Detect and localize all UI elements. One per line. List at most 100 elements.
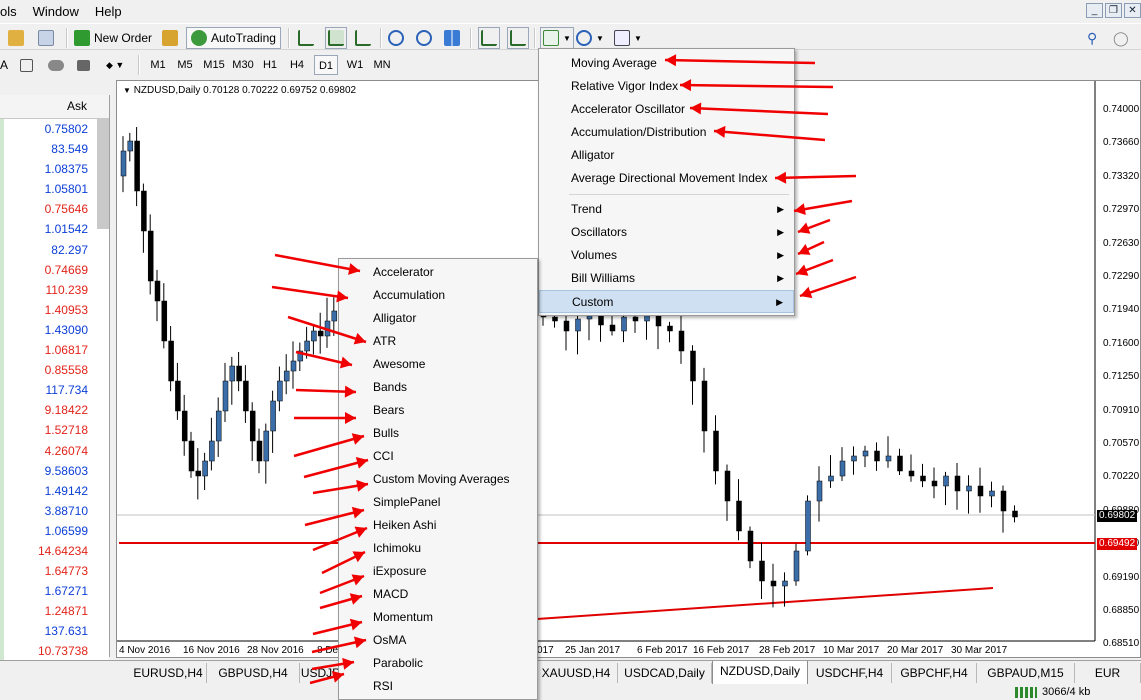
ask-price-cell[interactable]: 1.40953 bbox=[0, 299, 109, 320]
bar-chart-icon[interactable] bbox=[298, 30, 314, 46]
shapes-dropdown-icon[interactable]: ◆ ▼ bbox=[106, 60, 124, 71]
menu-help[interactable]: Help bbox=[87, 0, 130, 23]
custom-indicator-item[interactable]: iExposure bbox=[339, 560, 537, 583]
candlestick-chart-icon[interactable] bbox=[328, 30, 344, 46]
period-h1[interactable]: H1 bbox=[259, 55, 281, 75]
custom-indicator-item[interactable]: SimplePanel bbox=[339, 491, 537, 514]
auto-scroll-icon[interactable] bbox=[510, 30, 526, 46]
chart-tab[interactable]: GBPCHF,H4 bbox=[892, 663, 977, 683]
custom-indicator-item[interactable]: Accelerator bbox=[339, 261, 537, 284]
ask-price-cell[interactable]: 1.24871 bbox=[0, 601, 109, 622]
ask-price-cell[interactable]: 83.549 bbox=[0, 139, 109, 160]
autotrading-button[interactable]: AutoTrading bbox=[186, 27, 281, 49]
indicator-submenu-item[interactable]: Custom ▶ bbox=[539, 290, 794, 313]
ask-price-cell[interactable]: 0.75646 bbox=[0, 199, 109, 220]
ask-price-cell[interactable]: 117.734 bbox=[0, 380, 109, 401]
custom-indicator-item[interactable]: Momentum bbox=[339, 606, 537, 629]
market-watch-icon[interactable] bbox=[38, 30, 54, 46]
minimize-button[interactable]: _ bbox=[1086, 3, 1103, 18]
menu-tools[interactable]: ols bbox=[0, 0, 25, 23]
zoom-in-icon[interactable] bbox=[388, 30, 404, 46]
period-m5[interactable]: M5 bbox=[173, 55, 197, 75]
ask-price-cell[interactable]: 137.631 bbox=[0, 621, 109, 642]
period-m30[interactable]: M30 bbox=[229, 55, 257, 75]
custom-indicator-item[interactable]: Parabolic bbox=[339, 652, 537, 675]
indicator-menu-item[interactable]: Accumulation/Distribution bbox=[539, 121, 794, 144]
custom-indicator-item[interactable]: RSI bbox=[339, 675, 537, 698]
ask-price-cell[interactable]: 9.18422 bbox=[0, 400, 109, 421]
custom-indicator-item[interactable]: Ichimoku bbox=[339, 537, 537, 560]
ask-price-cell[interactable]: 1.52718 bbox=[0, 420, 109, 441]
ask-price-cell[interactable]: 1.01542 bbox=[0, 219, 109, 240]
chart-tab[interactable]: XAUUSD,H4 bbox=[535, 663, 618, 683]
search-icon[interactable]: ⚲ bbox=[1087, 30, 1097, 47]
period-h4[interactable]: H4 bbox=[286, 55, 308, 75]
gold-bar-icon[interactable] bbox=[162, 30, 178, 46]
rectangle-icon[interactable] bbox=[77, 59, 90, 71]
chart-tab[interactable]: EURUSD,H4 bbox=[130, 663, 207, 683]
custom-indicator-item[interactable]: Custom Moving Averages bbox=[339, 468, 537, 491]
ask-price-cell[interactable]: 110.239 bbox=[0, 279, 109, 300]
period-m15[interactable]: M15 bbox=[200, 55, 228, 75]
indicator-submenu-item[interactable]: Volumes ▶ bbox=[539, 244, 794, 267]
ask-price-cell[interactable]: 82.297 bbox=[0, 239, 109, 260]
indicator-submenu-item[interactable]: Oscillators ▶ bbox=[539, 221, 794, 244]
ask-price-cell[interactable]: 4.26074 bbox=[0, 440, 109, 461]
close-button[interactable]: ✕ bbox=[1124, 3, 1141, 18]
custom-indicator-item[interactable]: CCI bbox=[339, 445, 537, 468]
chart-tab[interactable]: EUR bbox=[1075, 663, 1141, 683]
period-w1[interactable]: W1 bbox=[343, 55, 367, 75]
ask-price-cell[interactable]: 9.58603 bbox=[0, 460, 109, 481]
restore-button[interactable]: ❐ bbox=[1105, 3, 1122, 18]
ask-price-cell[interactable]: 1.08375 bbox=[0, 159, 109, 180]
ask-price-cell[interactable]: 14.64234 bbox=[0, 540, 109, 562]
indicator-submenu-item[interactable]: Trend ▶ bbox=[539, 198, 794, 221]
period-mn[interactable]: MN bbox=[370, 55, 394, 75]
chart-tab[interactable]: USDCHF,H4 bbox=[808, 663, 892, 683]
ellipse-icon[interactable] bbox=[48, 59, 64, 71]
indicator-menu-item[interactable]: Relative Vigor Index bbox=[539, 75, 794, 98]
ask-price-cell[interactable]: 0.74669 bbox=[0, 259, 109, 280]
custom-indicator-item[interactable]: Awesome bbox=[339, 353, 537, 376]
ask-price-cell[interactable]: 1.67271 bbox=[0, 581, 109, 602]
market-watch-scrollbar[interactable] bbox=[97, 119, 109, 229]
chart-tab[interactable]: GBPAUD,M15 bbox=[977, 663, 1075, 683]
ask-price-cell[interactable]: 10.73738 bbox=[0, 641, 109, 662]
indicators-icon[interactable] bbox=[543, 30, 559, 46]
ask-price-cell[interactable]: 1.64773 bbox=[0, 561, 109, 582]
tile-windows-icon[interactable] bbox=[444, 30, 460, 46]
line-chart-icon[interactable] bbox=[355, 30, 371, 46]
chat-icon[interactable]: ◯ bbox=[1113, 30, 1129, 47]
ask-price-cell[interactable]: 1.06599 bbox=[0, 520, 109, 541]
custom-indicator-item[interactable]: Bulls bbox=[339, 422, 537, 445]
ask-price-cell[interactable]: 1.49142 bbox=[0, 480, 109, 501]
indicator-submenu-item[interactable]: Bill Williams ▶ bbox=[539, 267, 794, 290]
chart-tab[interactable]: NZDUSD,Daily bbox=[712, 661, 808, 685]
custom-indicator-item[interactable]: MACD bbox=[339, 583, 537, 606]
indicator-menu-item[interactable]: Alligator bbox=[539, 144, 794, 167]
profiles-icon[interactable] bbox=[8, 30, 24, 46]
ask-price-cell[interactable]: 0.75802 bbox=[0, 119, 109, 140]
chart-shift-icon[interactable] bbox=[481, 30, 497, 46]
new-order-button[interactable]: New Order bbox=[74, 27, 152, 49]
indicator-menu-item[interactable]: Average Directional Movement Index bbox=[539, 167, 794, 190]
text-label-icon[interactable] bbox=[20, 58, 33, 72]
custom-indicator-item[interactable]: Alligator bbox=[339, 307, 537, 330]
chart-tab[interactable]: USDCAD,Daily bbox=[618, 663, 712, 683]
menu-window[interactable]: Window bbox=[25, 0, 87, 23]
ask-column-header[interactable]: Ask bbox=[0, 95, 109, 119]
chart-dropdown-icon[interactable]: ▼ bbox=[123, 86, 131, 95]
ask-price-cell[interactable]: 1.43090 bbox=[0, 319, 109, 341]
ask-price-cell[interactable]: 3.88710 bbox=[0, 500, 109, 521]
custom-indicator-item[interactable]: Bears bbox=[339, 399, 537, 422]
ask-price-cell[interactable]: 1.06817 bbox=[0, 340, 109, 361]
custom-indicator-item[interactable]: Heiken Ashi bbox=[339, 514, 537, 537]
indicator-menu-item[interactable]: Moving Average bbox=[539, 52, 794, 75]
periodicity-icon[interactable] bbox=[576, 30, 592, 46]
custom-indicator-item[interactable]: OsMA bbox=[339, 629, 537, 652]
custom-indicator-item[interactable]: ATR bbox=[339, 330, 537, 353]
templates-icon[interactable] bbox=[614, 30, 630, 46]
ask-price-cell[interactable]: 0.85558 bbox=[0, 360, 109, 381]
custom-indicator-item[interactable]: Bands bbox=[339, 376, 537, 399]
chart-tab[interactable]: GBPUSD,H4 bbox=[207, 663, 300, 683]
